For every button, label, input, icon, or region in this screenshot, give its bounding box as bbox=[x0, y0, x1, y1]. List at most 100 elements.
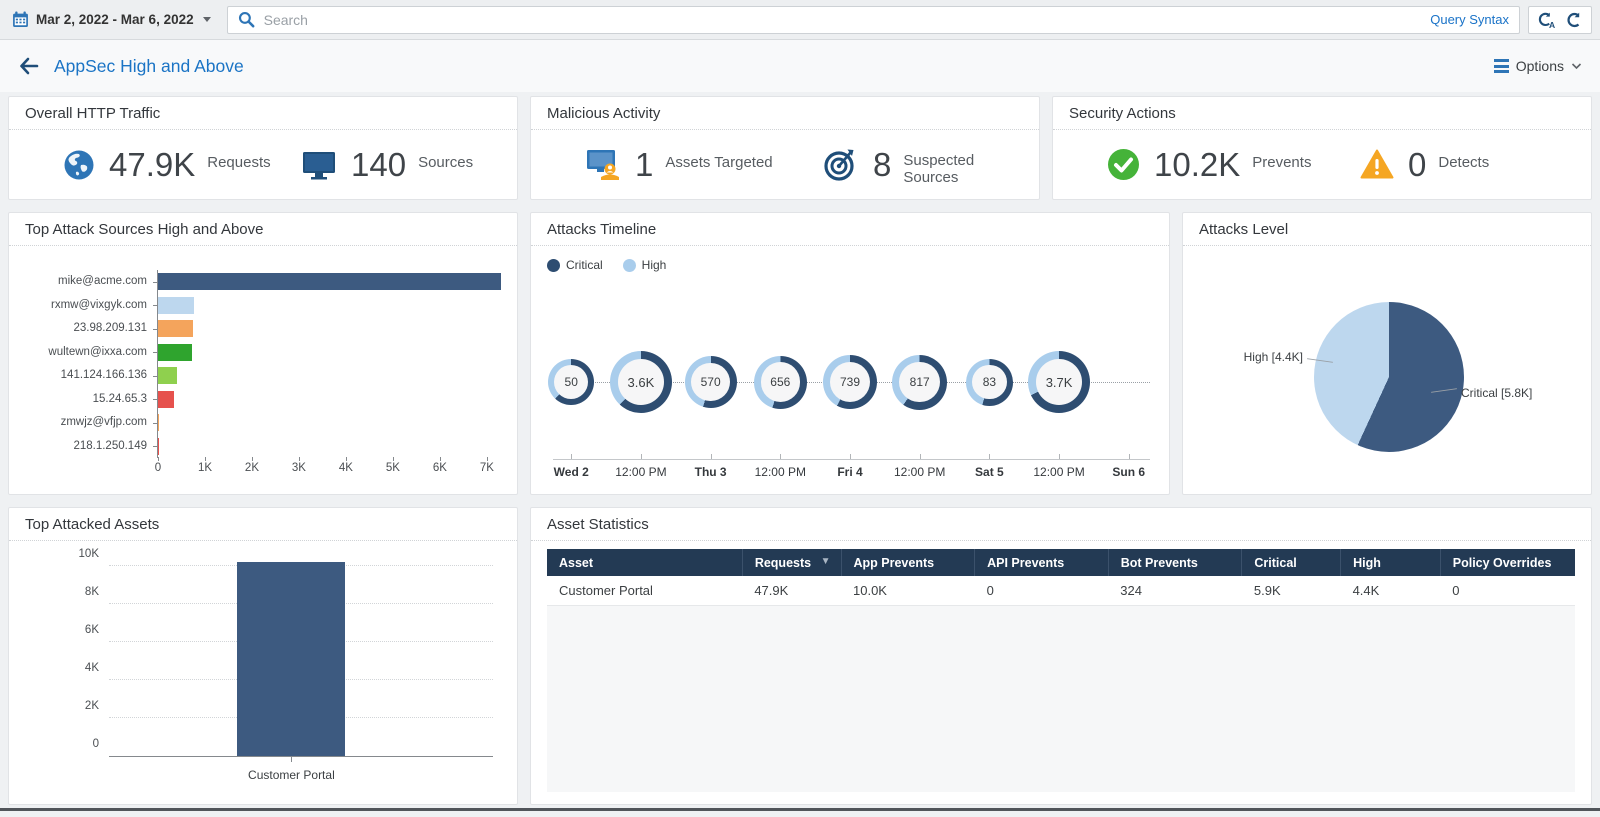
search-bar[interactable]: Query Syntax bbox=[227, 6, 1520, 34]
table-row[interactable]: Customer Portal47.9K10.0K03245.9K4.4K0 bbox=[547, 576, 1575, 605]
y-tick-label: 0 bbox=[93, 738, 99, 750]
bar-rxmw@vixgyk.com[interactable] bbox=[158, 297, 194, 314]
query-syntax-link[interactable]: Query Syntax bbox=[1430, 12, 1509, 27]
bar-15.24.65.3[interactable] bbox=[158, 391, 174, 408]
top-attacked-assets-chart: 02K4K6K8K10KCustomer Portal bbox=[25, 541, 501, 804]
table-cell: 10.0K bbox=[841, 576, 975, 605]
column-header-high[interactable]: High bbox=[1341, 549, 1441, 576]
column-header-requests[interactable]: Requests▼ bbox=[742, 549, 841, 576]
dashboard-grid: Overall HTTP Traffic 47.9K Requests 140 … bbox=[0, 92, 1600, 805]
donut-value: 50 bbox=[554, 365, 588, 399]
card-title: Overall HTTP Traffic bbox=[9, 97, 517, 130]
metric-assets-targeted: 1 Assets Targeted bbox=[547, 146, 785, 184]
category-label: rxmw@vixgyk.com bbox=[25, 294, 157, 318]
column-header-label: High bbox=[1353, 556, 1381, 570]
card-security-actions: Security Actions 10.2K Prevents 0 Detect… bbox=[1052, 96, 1592, 200]
column-header-asset[interactable]: Asset bbox=[547, 549, 742, 576]
card-title: Security Actions bbox=[1053, 97, 1591, 130]
search-input[interactable] bbox=[264, 12, 1431, 28]
auto-refresh-icon: A bbox=[1536, 11, 1556, 29]
x-tick-mark bbox=[1129, 454, 1130, 459]
timeline-donut[interactable]: 739 bbox=[823, 355, 877, 409]
x-tick-mark bbox=[571, 454, 572, 459]
metric-prevents: 10.2K Prevents bbox=[1069, 146, 1322, 184]
bar-23.98.209.131[interactable] bbox=[158, 320, 193, 337]
table-cell: 47.9K bbox=[742, 576, 841, 605]
category-tick bbox=[153, 305, 158, 306]
options-label: Options bbox=[1516, 58, 1564, 74]
timeline-donut[interactable]: 50 bbox=[548, 359, 594, 405]
x-tick-mark bbox=[158, 457, 159, 461]
auto-refresh-toggle-button[interactable]: A bbox=[1533, 8, 1559, 32]
search-icon bbox=[238, 11, 255, 28]
category-tick bbox=[153, 282, 158, 283]
column-header-critical[interactable]: Critical bbox=[1242, 549, 1341, 576]
donut-value: 570 bbox=[691, 363, 730, 402]
column-header-policy-overrides[interactable]: Policy Overrides bbox=[1440, 549, 1575, 576]
card-top-attack-sources: Top Attack Sources High and Above mike@a… bbox=[8, 212, 518, 495]
column-header-label: Asset bbox=[559, 556, 593, 570]
page-title: AppSec High and Above bbox=[54, 56, 244, 77]
hbar-row bbox=[158, 388, 501, 412]
y-tick-label: 2K bbox=[85, 700, 99, 712]
x-tick-label: Thu 3 bbox=[695, 465, 727, 479]
x-tick-mark bbox=[205, 457, 206, 461]
column-header-app-prevents[interactable]: App Prevents bbox=[841, 549, 975, 576]
card-title: Attacks Level bbox=[1183, 213, 1591, 246]
timeline-donut[interactable]: 3.7K bbox=[1028, 351, 1090, 413]
timeline-donut[interactable]: 83 bbox=[966, 359, 1013, 406]
x-tick-label: 6K bbox=[433, 462, 447, 474]
column-header-label: Critical bbox=[1254, 556, 1296, 570]
y-tick-label: 6K bbox=[85, 624, 99, 636]
x-tick-label: 12:00 PM bbox=[1033, 465, 1084, 479]
table-empty-area bbox=[547, 606, 1575, 793]
column-header-api-prevents[interactable]: API Prevents bbox=[975, 549, 1109, 576]
category-label: 218.1.250.149 bbox=[25, 435, 157, 459]
table-cell: 0 bbox=[975, 576, 1109, 605]
options-menu-button[interactable]: Options bbox=[1494, 58, 1582, 74]
bar-mike@acme.com[interactable] bbox=[158, 273, 501, 290]
bar-218.1.250.149[interactable] bbox=[158, 438, 159, 455]
x-tick-mark bbox=[641, 454, 642, 459]
x-tick-mark bbox=[1059, 454, 1060, 459]
hamburger-icon bbox=[1494, 59, 1509, 73]
suspected-source-target-icon bbox=[823, 148, 859, 182]
hbar-row bbox=[158, 270, 501, 294]
category-tick bbox=[153, 446, 158, 447]
prevent-check-icon bbox=[1107, 148, 1140, 181]
column-header-bot-prevents[interactable]: Bot Prevents bbox=[1108, 549, 1242, 576]
x-tick-label: 7K bbox=[480, 462, 494, 474]
back-button[interactable] bbox=[18, 56, 40, 76]
attacks-level-pie[interactable] bbox=[1314, 302, 1464, 452]
metric-sources: 140 Sources bbox=[263, 146, 501, 184]
timeline-donut[interactable]: 817 bbox=[892, 355, 947, 410]
timeline-donut[interactable]: 570 bbox=[685, 356, 737, 408]
date-range-picker[interactable]: Mar 2, 2022 - Mar 6, 2022 bbox=[12, 11, 211, 28]
x-tick-label: Wed 2 bbox=[554, 465, 589, 479]
timeline-donut[interactable]: 656 bbox=[754, 356, 807, 409]
hbar-row bbox=[158, 435, 501, 459]
chevron-down-icon bbox=[1571, 62, 1582, 70]
timeline-x-axis bbox=[553, 459, 1150, 460]
x-tick-mark bbox=[850, 454, 851, 459]
bar-141.124.166.136[interactable] bbox=[158, 367, 177, 384]
bar-zmwjz@vfjp.com[interactable] bbox=[158, 414, 159, 431]
metric-label: Sources bbox=[418, 154, 473, 171]
table-cell: Customer Portal bbox=[547, 576, 742, 605]
table-cell: 0 bbox=[1440, 576, 1575, 605]
x-tick-label: 12:00 PM bbox=[615, 465, 666, 479]
chevron-down-icon bbox=[203, 17, 211, 22]
card-malicious-activity: Malicious Activity 1 Assets Targeted 8 S… bbox=[530, 96, 1040, 200]
refresh-button[interactable] bbox=[1561, 8, 1587, 32]
donut-value: 817 bbox=[899, 362, 940, 403]
x-tick-mark bbox=[711, 454, 712, 459]
category-tick bbox=[153, 352, 158, 353]
sort-descending-icon[interactable]: ▼ bbox=[821, 556, 831, 567]
hbar-plot-area bbox=[157, 270, 501, 458]
x-tick-mark bbox=[291, 756, 292, 762]
bar-Customer Portal[interactable] bbox=[237, 562, 345, 756]
timeline-donut[interactable]: 3.6K bbox=[610, 351, 672, 413]
bar-wultewn@ixxa.com[interactable] bbox=[158, 344, 192, 361]
monitor-icon bbox=[301, 149, 337, 181]
table-header-row: Asset Requests▼App PreventsAPI PreventsBo… bbox=[547, 549, 1575, 576]
